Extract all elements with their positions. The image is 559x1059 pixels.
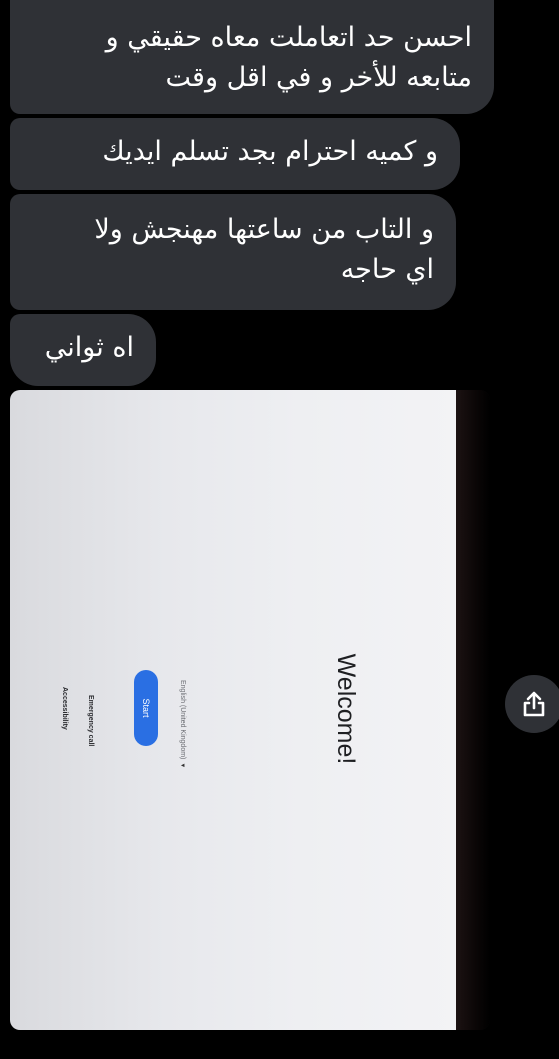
message-bubble[interactable]: و كميه احترام بجد تسلم ايديك — [10, 118, 460, 190]
message-text: و كميه احترام بجد تسلم ايديك — [102, 136, 438, 167]
message-text: متابعه للأخر و في اقل وقت — [165, 62, 472, 93]
accessibility-link: Accessibility — [61, 687, 68, 730]
message-bubble[interactable]: احسن حد اتعاملت معاه حقيقي و متابعه للأخ… — [10, 0, 494, 114]
message-bubble[interactable]: اه ثواني — [10, 314, 156, 386]
message-text: و التاب من ساعتها مهنجش ولا — [94, 214, 434, 245]
message-text: اي حاجه — [340, 254, 434, 285]
message-text: احسن حد اتعاملت معاه حقيقي و — [105, 22, 472, 53]
share-button[interactable] — [505, 675, 559, 733]
emergency-call-link: Emergency call — [87, 695, 94, 747]
language-selector: English (United Kingdom) ▼ — [176, 680, 188, 800]
tablet-screen: Welcome! Start English (United Kingdom) ▼… — [10, 390, 456, 1030]
message-text: اه ثواني — [44, 332, 134, 363]
caret-down-icon: ▼ — [179, 762, 185, 769]
photo-attachment[interactable]: Welcome! Start English (United Kingdom) ▼… — [10, 390, 490, 1030]
welcome-title: Welcome! — [332, 653, 360, 765]
start-button: Start — [134, 670, 158, 746]
language-label: English (United Kingdom) — [179, 680, 186, 760]
tablet-bezel — [456, 390, 490, 1030]
share-icon — [523, 691, 545, 717]
message-bubble[interactable]: و التاب من ساعتها مهنجش ولا اي حاجه — [10, 194, 456, 310]
